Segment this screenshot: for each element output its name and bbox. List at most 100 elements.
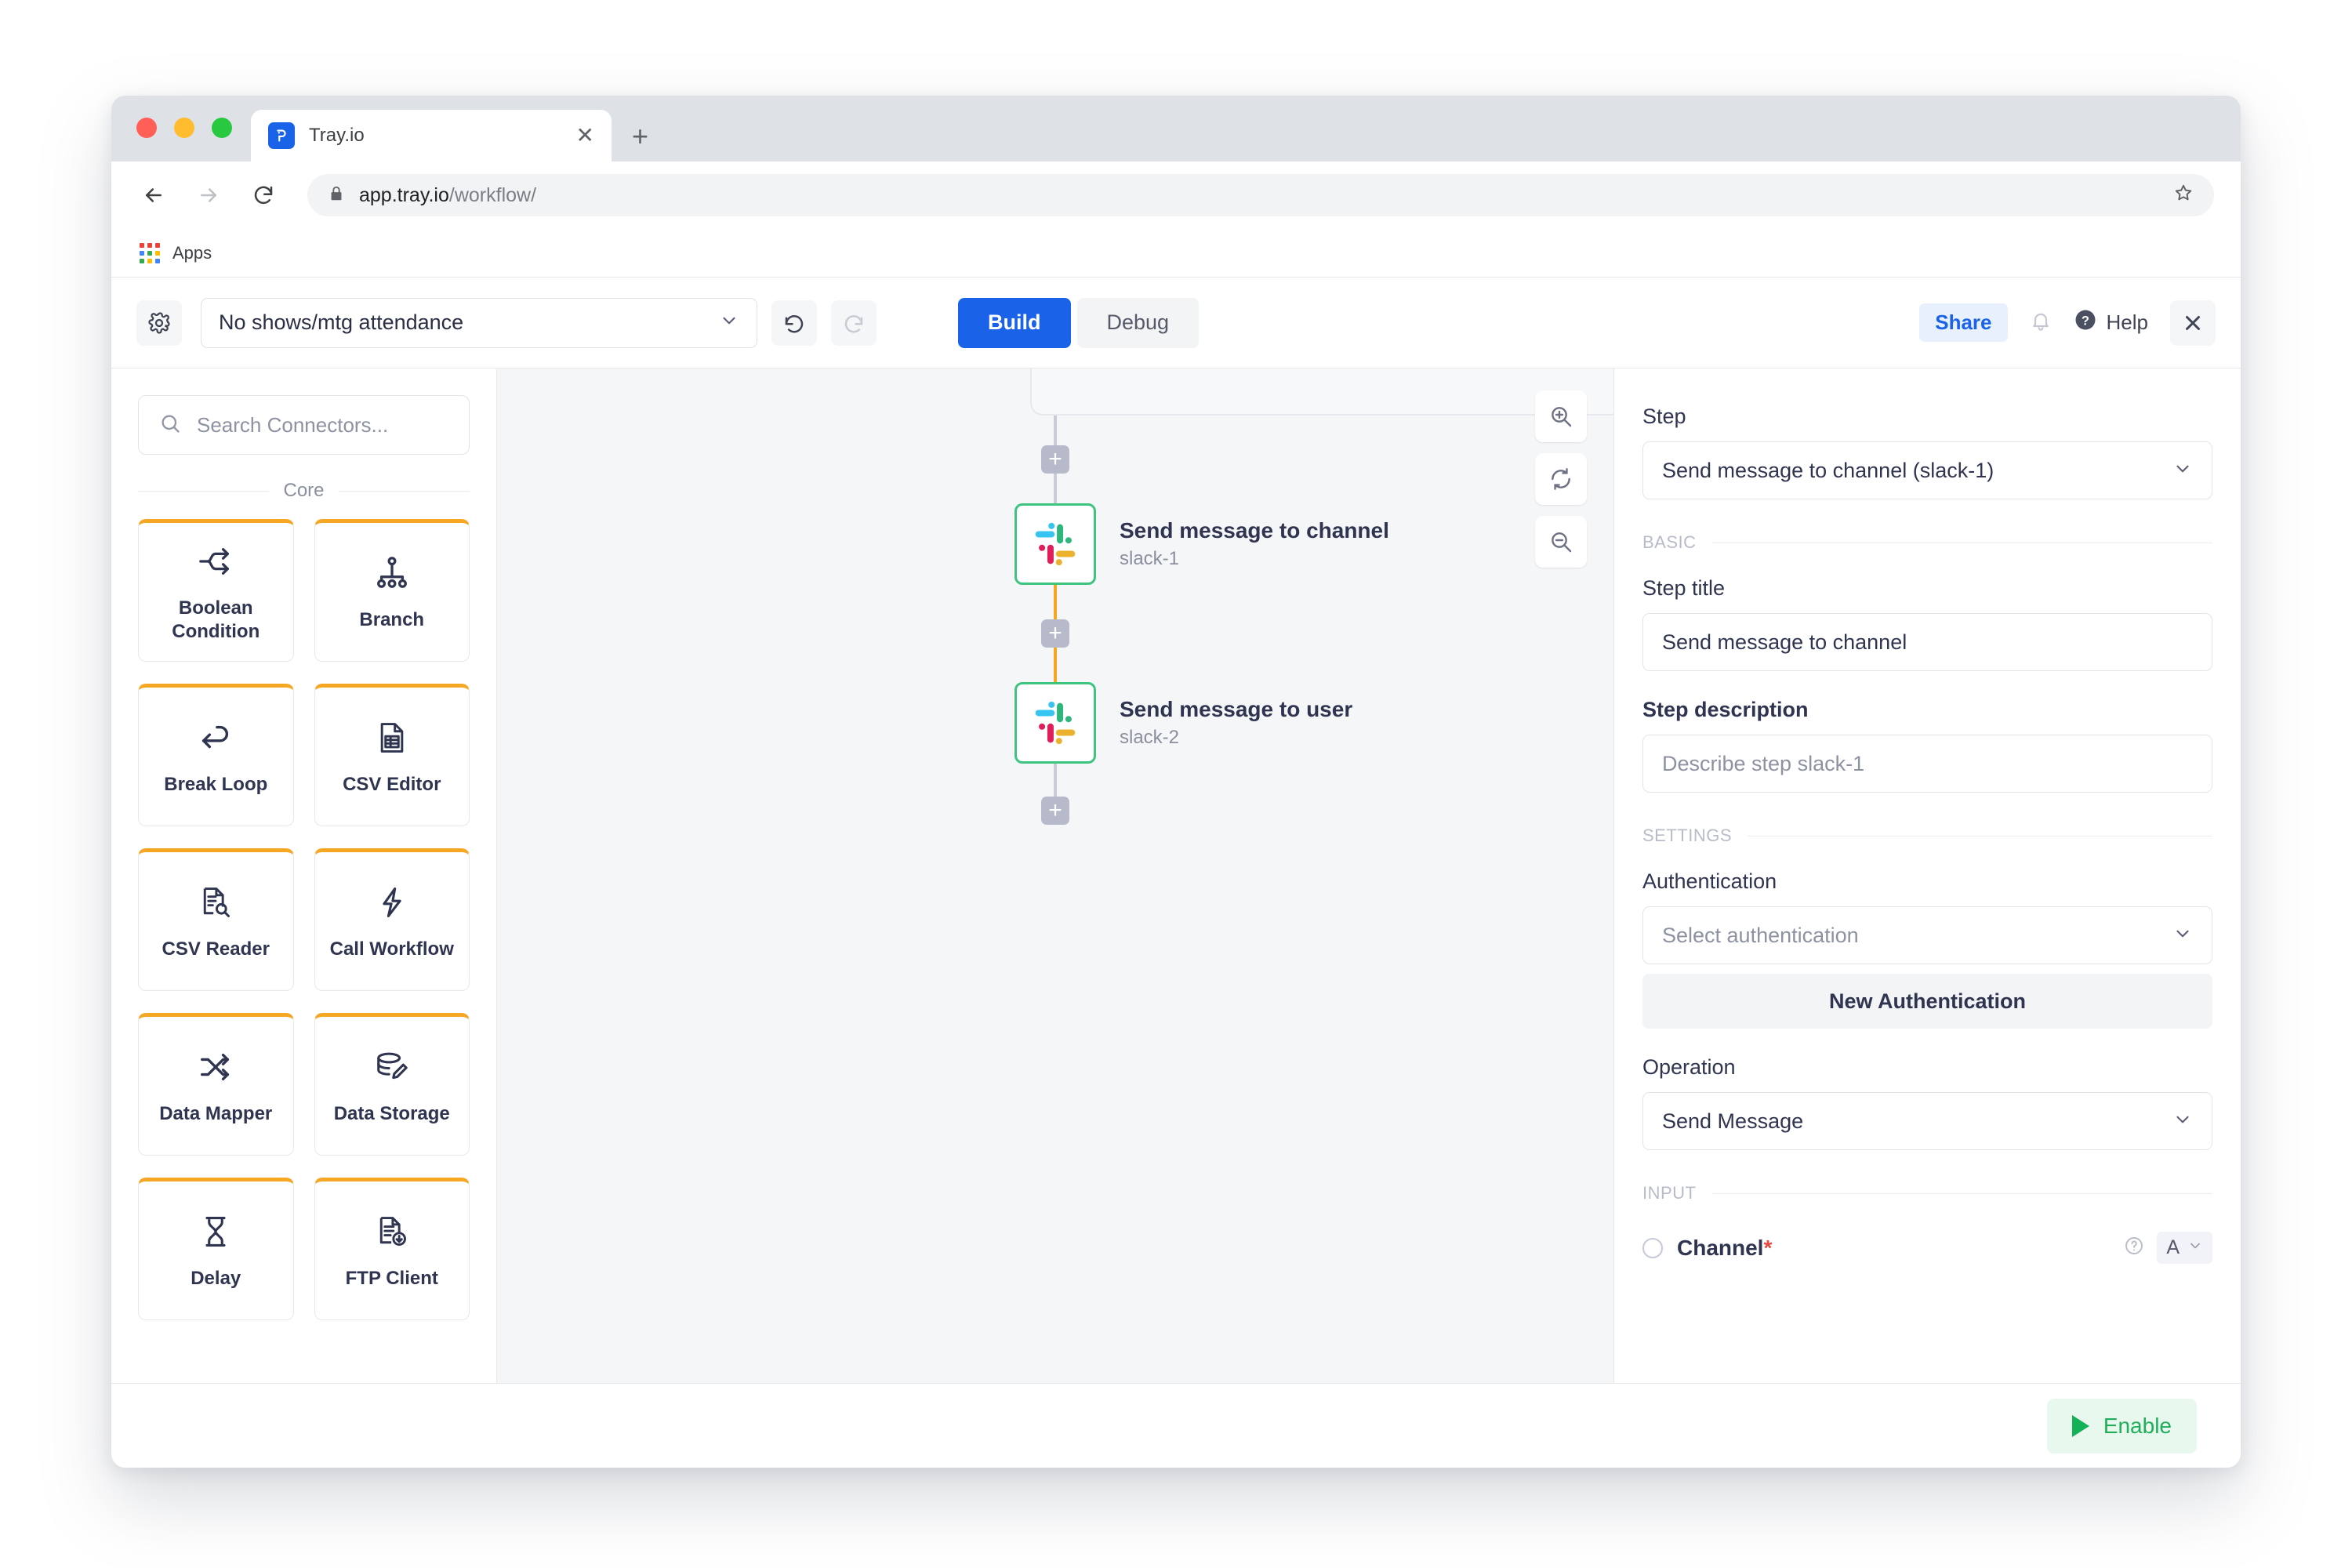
enable-button[interactable]: Enable [2046, 1398, 2197, 1454]
browser-window: Tray.io ✕ + app.tray.io/workflow/ Apps N… [111, 96, 2241, 1468]
reload-icon[interactable] [248, 180, 279, 211]
add-step-button-top[interactable]: + [1041, 445, 1069, 474]
connector-card-boolean-condition[interactable]: Boolean Condition [138, 519, 294, 662]
break-loop-icon [198, 717, 234, 759]
connector-card-break-loop[interactable]: Break Loop [138, 684, 294, 826]
new-authentication-button[interactable]: New Authentication [1642, 974, 2212, 1029]
maximize-window-button[interactable] [212, 118, 232, 138]
channel-label: Channel* [1677, 1235, 1773, 1260]
step-select-value: Send message to channel (slack-1) [1662, 458, 1994, 482]
connector-card-delay[interactable]: Delay [138, 1178, 294, 1320]
connector-line-top [1054, 416, 1057, 445]
search-icon [159, 412, 181, 438]
divider-right [338, 490, 470, 492]
minimize-window-button[interactable] [174, 118, 194, 138]
chevron-down-icon [2187, 1236, 2203, 1259]
input-type-selector[interactable]: A [2157, 1232, 2212, 1264]
step-properties-panel: Step Send message to channel (slack-1) B… [1613, 368, 2241, 1383]
enable-label: Enable [2103, 1413, 2172, 1438]
bookmark-star-icon[interactable] [2173, 183, 2194, 209]
browser-tab-strip: Tray.io ✕ + [111, 96, 2241, 162]
connector-card-data-storage[interactable]: Data Storage [314, 1013, 470, 1156]
connector-card-call-workflow[interactable]: Call Workflow [314, 848, 470, 991]
slack-icon [1014, 503, 1096, 585]
connector-card-label: Branch [359, 609, 425, 630]
connector-card-grid: Boolean Condition Branch Break Loop CSV … [111, 510, 496, 1383]
close-tab-icon[interactable]: ✕ [576, 125, 594, 147]
search-wrapper: Search Connectors... [111, 368, 496, 459]
divider-left [138, 490, 270, 492]
tray-favicon-icon [268, 122, 295, 149]
window-traffic-lights [136, 118, 232, 138]
tab-build[interactable]: Build [958, 297, 1071, 348]
workflow-canvas[interactable]: + Send message to channel slack-1 + Send… [497, 368, 1613, 1383]
search-placeholder: Search Connectors... [197, 412, 389, 437]
node-text-slack-2: Send message to user slack-2 [1120, 697, 1352, 749]
connector-line-orange-lower [1054, 648, 1057, 682]
back-icon[interactable] [138, 180, 169, 211]
workflow-selector[interactable]: No shows/mtg attendance [201, 297, 757, 348]
close-workflow-button[interactable] [2170, 299, 2216, 346]
zoom-out-button[interactable] [1535, 516, 1587, 568]
node-title: Send message to user [1120, 697, 1353, 721]
close-window-button[interactable] [136, 118, 157, 138]
connector-card-csv-reader[interactable]: CSV Reader [138, 848, 294, 991]
help-label: Help [2106, 310, 2148, 334]
connector-card-label: CSV Editor [343, 774, 441, 795]
connector-card-branch[interactable]: Branch [314, 519, 470, 662]
search-connectors-input[interactable]: Search Connectors... [138, 395, 470, 455]
authentication-label: Authentication [1642, 869, 1777, 893]
operation-select[interactable]: Send Message [1642, 1092, 2212, 1150]
add-step-button-bottom[interactable]: + [1041, 797, 1069, 825]
step-description-input[interactable]: Describe step slack-1 [1642, 735, 2212, 793]
browser-tab[interactable]: Tray.io ✕ [251, 110, 612, 162]
help-circle-icon[interactable] [2124, 1236, 2144, 1260]
section-settings-label: SETTINGS [1642, 826, 1733, 845]
workflow-node-slack-1[interactable]: Send message to channel slack-1 [1014, 503, 1389, 585]
connector-card-data-mapper[interactable]: Data Mapper [138, 1013, 294, 1156]
connector-card-csv-editor[interactable]: CSV Editor [314, 684, 470, 826]
mode-toggle: Build Debug [958, 297, 1200, 348]
authentication-select[interactable]: Select authentication [1642, 906, 2212, 964]
tray-app: No shows/mtg attendance Build Debug Shar… [111, 278, 2241, 1468]
share-button[interactable]: Share [1919, 303, 2008, 342]
tab-debug[interactable]: Debug [1076, 297, 1200, 348]
connector-card-label: Boolean Condition [172, 597, 260, 642]
section-input: INPUT [1642, 1183, 2212, 1203]
node-text-slack-1: Send message to channel slack-1 [1120, 518, 1389, 570]
new-tab-button[interactable]: + [632, 122, 648, 151]
address-bar[interactable]: app.tray.io/workflow/ [307, 174, 2214, 216]
connector-sidebar: Search Connectors... Core Boolean Condit… [111, 368, 497, 1383]
input-toggle-radio[interactable] [1642, 1237, 1663, 1258]
step-title-input[interactable]: Send message to channel [1642, 613, 2212, 671]
boolean-condition-icon [198, 540, 234, 583]
browser-tab-title: Tray.io [309, 125, 365, 146]
authentication-placeholder: Select authentication [1662, 923, 1859, 947]
ftp-client-icon [375, 1210, 409, 1253]
csv-reader-icon [198, 881, 233, 924]
zoom-in-button[interactable] [1535, 390, 1587, 442]
address-bar-url: app.tray.io/workflow/ [359, 183, 537, 206]
step-select[interactable]: Send message to channel (slack-1) [1642, 441, 2212, 499]
call-workflow-icon [375, 881, 409, 924]
connector-card-ftp-client[interactable]: FTP Client [314, 1178, 470, 1320]
csv-editor-icon [375, 717, 409, 759]
section-basic: BASIC [1642, 532, 2212, 553]
apps-grid-icon[interactable] [140, 242, 160, 263]
settings-gear-button[interactable] [136, 299, 182, 346]
sidebar-section-core: Core [111, 459, 496, 510]
data-mapper-icon [198, 1046, 234, 1088]
input-field-channel[interactable]: Channel* A [1642, 1227, 2212, 1264]
svg-text:?: ? [2082, 314, 2089, 328]
input-tools: A [2124, 1232, 2212, 1264]
notifications-bell-icon[interactable] [2030, 310, 2052, 336]
add-step-button-middle[interactable]: + [1041, 619, 1069, 648]
zoom-reset-button[interactable] [1535, 453, 1587, 505]
upstream-step-container [1030, 368, 1613, 416]
workflow-node-slack-2[interactable]: Send message to user slack-2 [1014, 682, 1389, 764]
bookmark-apps-label[interactable]: Apps [172, 243, 212, 263]
chevron-down-icon [2172, 1109, 2193, 1134]
undo-button[interactable] [771, 299, 817, 346]
help-button[interactable]: ? Help [2074, 308, 2148, 337]
